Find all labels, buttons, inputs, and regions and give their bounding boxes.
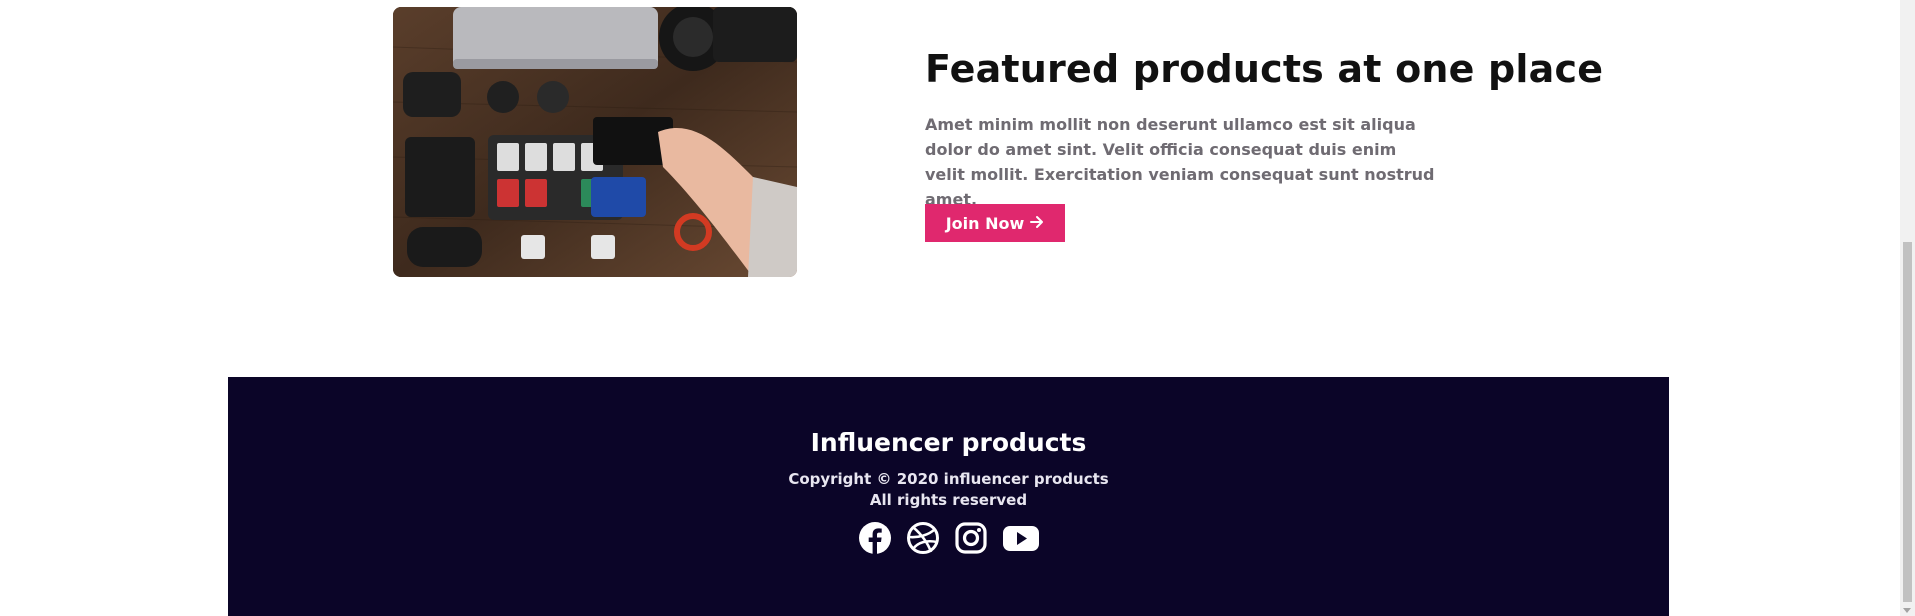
site-footer: Influencer products Copyright © 2020 inf… bbox=[228, 377, 1669, 616]
instagram-icon bbox=[954, 522, 987, 554]
dribbble-link[interactable] bbox=[906, 521, 940, 555]
facebook-icon bbox=[858, 522, 891, 554]
scrollbar-thumb[interactable] bbox=[1903, 242, 1912, 602]
join-now-label: Join Now bbox=[945, 213, 1025, 233]
footer-copyright: Copyright © 2020 influencer products All… bbox=[228, 469, 1669, 511]
dribbble-icon bbox=[906, 522, 939, 554]
copyright-line: Copyright © 2020 influencer products bbox=[788, 470, 1109, 488]
youtube-link[interactable] bbox=[1002, 521, 1040, 555]
join-now-button[interactable]: Join Now bbox=[925, 204, 1065, 242]
youtube-icon bbox=[1002, 526, 1039, 551]
featured-title: Featured products at one place bbox=[925, 47, 1604, 91]
featured-section: Featured products at one place Amet mini… bbox=[925, 42, 1604, 212]
footer-title: Influencer products bbox=[810, 428, 1087, 457]
arrow-right-icon bbox=[1030, 215, 1044, 232]
page-scrollbar[interactable] bbox=[1900, 0, 1915, 616]
featured-product-image bbox=[393, 7, 797, 277]
rights-line: All rights reserved bbox=[869, 491, 1028, 509]
social-links bbox=[228, 521, 1669, 555]
instagram-link[interactable] bbox=[954, 521, 988, 555]
featured-description: Amet minim mollit non deserunt ullamco e… bbox=[925, 115, 1435, 209]
facebook-link[interactable] bbox=[858, 521, 892, 555]
scroll-down-arrow-icon[interactable] bbox=[1903, 608, 1911, 613]
